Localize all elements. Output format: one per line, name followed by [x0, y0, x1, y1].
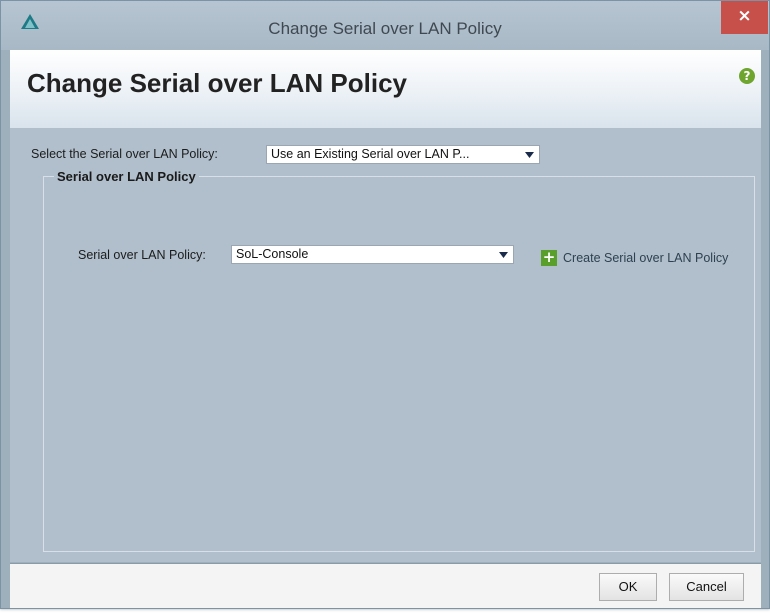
close-button[interactable]: × — [721, 1, 768, 34]
dialog-window: Change Serial over LAN Policy × Change S… — [0, 0, 770, 609]
footer-bar: OK Cancel — [10, 563, 761, 608]
chevron-down-icon — [494, 246, 513, 263]
sol-policy-value: SoL-Console — [236, 247, 309, 261]
serial-over-lan-groupbox — [43, 176, 755, 552]
title-bar[interactable]: Change Serial over LAN Policy × — [1, 1, 769, 50]
sol-policy-dropdown[interactable]: SoL-Console — [231, 245, 514, 264]
create-sol-policy-label: Create Serial over LAN Policy — [563, 251, 729, 265]
page-title: Change Serial over LAN Policy — [27, 68, 408, 98]
policy-mode-dropdown[interactable]: Use an Existing Serial over LAN P... — [266, 145, 540, 164]
content-panel: Select the Serial over LAN Policy: Use a… — [10, 128, 761, 562]
groupbox-title: Serial over LAN Policy — [54, 169, 199, 184]
policy-select-label: Select the Serial over LAN Policy: — [31, 147, 218, 161]
policy-mode-value: Use an Existing Serial over LAN P... — [271, 147, 470, 161]
header-panel: Change Serial over LAN Policy ? — [10, 50, 761, 128]
cancel-button[interactable]: Cancel — [669, 573, 744, 601]
chevron-down-icon — [520, 146, 539, 163]
sol-policy-label: Serial over LAN Policy: — [78, 248, 206, 262]
window-title: Change Serial over LAN Policy — [268, 19, 502, 38]
create-sol-policy-link[interactable]: + Create Serial over LAN Policy — [541, 250, 728, 266]
ok-button[interactable]: OK — [599, 573, 657, 601]
plus-icon: + — [541, 248, 557, 266]
help-icon[interactable]: ? — [739, 68, 755, 84]
close-icon: × — [737, 6, 752, 26]
